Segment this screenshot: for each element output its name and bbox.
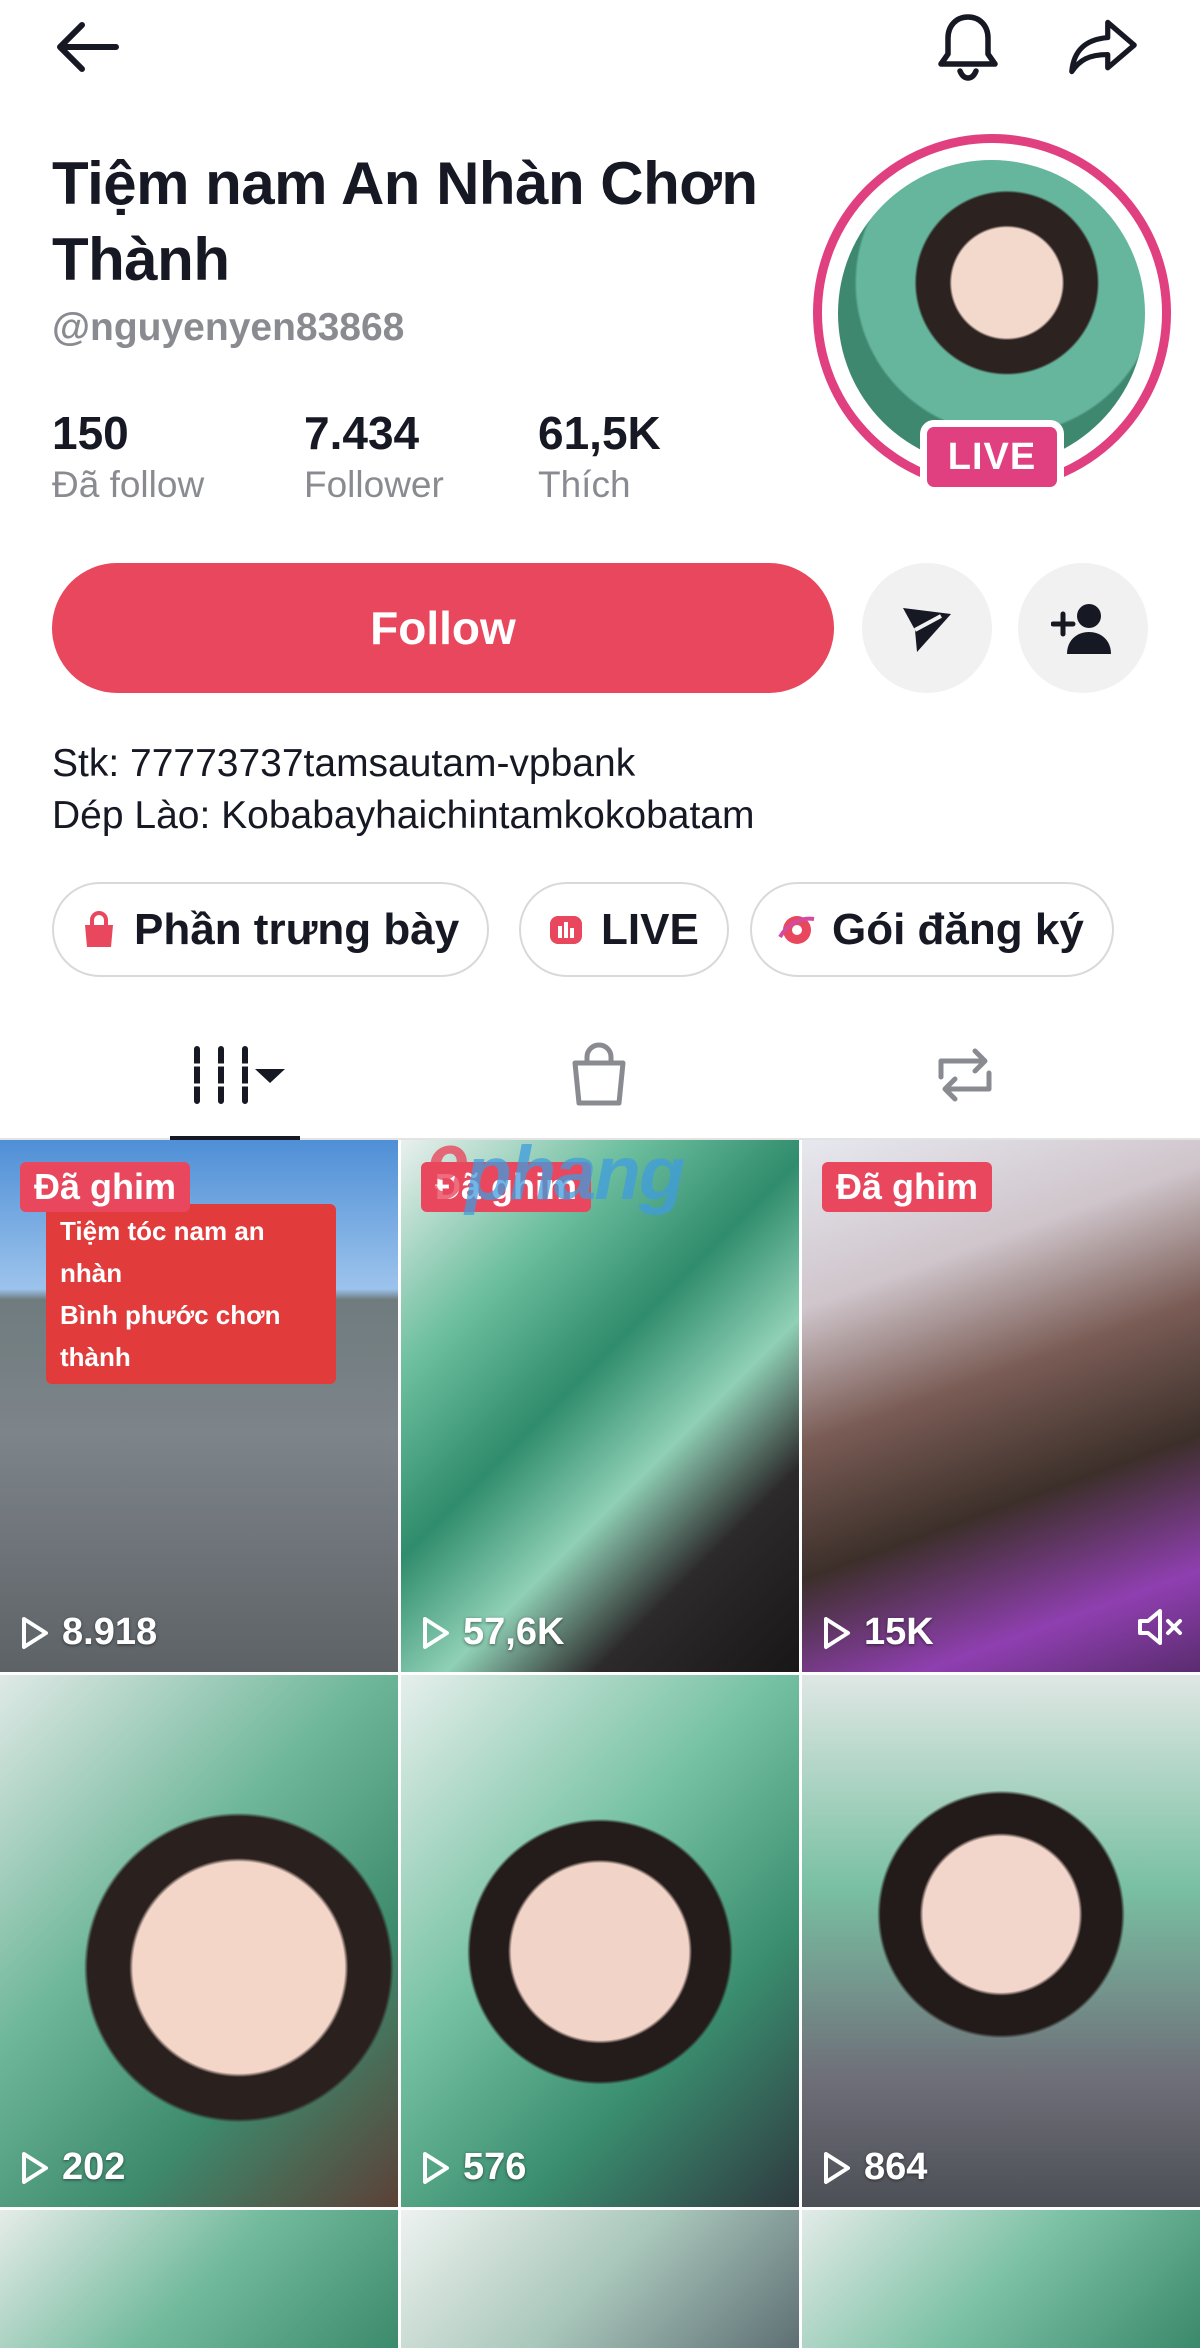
play-icon [423, 2151, 449, 2184]
back-button[interactable] [52, 12, 122, 82]
stat-following-label: Đã follow [52, 464, 205, 505]
tab-shop[interactable] [534, 1010, 664, 1140]
pinned-badge: Đã ghim [822, 1162, 993, 1212]
tab-videos[interactable] [170, 1010, 300, 1142]
bio-line-1: Stk: 77773737tamsautam-vpbank [52, 742, 636, 785]
play-icon [824, 2151, 850, 2184]
view-count: 15K [822, 1611, 934, 1654]
chip-subscription-label: Gói đăng ký [832, 904, 1084, 954]
play-icon [22, 2151, 48, 2184]
stat-likes-value: 61,5K [538, 407, 661, 459]
view-count: 576 [421, 2146, 526, 2189]
chip-showcase-label: Phần trưng bày [134, 904, 460, 954]
video-tile[interactable] [401, 2210, 799, 2348]
chip-live[interactable]: LIVE [519, 882, 729, 977]
video-caption: Tiệm tóc nam an nhàn Bình phước chơn thà… [46, 1204, 336, 1384]
chip-showcase[interactable]: Phần trưng bày [52, 882, 490, 977]
profile-tabs [0, 1010, 1200, 1142]
view-count-value: 864 [864, 2146, 928, 2188]
shop-bag-icon [572, 1042, 626, 1106]
muted-speaker-icon [1138, 1609, 1182, 1645]
site-watermark: 9phang [425, 1130, 685, 1217]
view-count: 864 [822, 2146, 927, 2189]
view-count-value: 15K [864, 1611, 934, 1653]
video-tile[interactable]: Đã ghim 57,6K [401, 1140, 799, 1672]
follow-button[interactable]: Follow [52, 563, 834, 693]
stat-likes[interactable]: 61,5K Thích [538, 406, 661, 510]
video-tile[interactable]: Đã ghim 15K [802, 1140, 1200, 1672]
video-tile[interactable]: 864 [802, 1675, 1200, 2207]
chip-live-label: LIVE [601, 904, 699, 954]
stat-followers-value: 7.434 [304, 407, 420, 459]
add-friend-button[interactable] [1018, 563, 1148, 693]
view-count: 57,6K [421, 1611, 564, 1654]
videos-grid-icon [193, 1046, 285, 1104]
play-icon [423, 1616, 449, 1649]
stat-followers-label: Follower [304, 464, 444, 505]
play-icon [824, 1616, 850, 1649]
mute-button[interactable] [1136, 1607, 1184, 1652]
pinned-badge: Đã ghim [20, 1162, 191, 1212]
live-icon [547, 911, 585, 949]
bio-line-2: Dép Lào: Kobabayhaichintamkokobatam [52, 794, 755, 837]
send-icon [903, 608, 951, 652]
video-tile[interactable]: 576 [401, 1675, 799, 2207]
view-count-value: 576 [463, 2146, 527, 2188]
bell-icon [938, 14, 998, 81]
video-tile[interactable] [0, 2210, 398, 2348]
stat-likes-label: Thích [538, 464, 631, 505]
live-badge[interactable]: LIVE [920, 420, 1064, 494]
subscription-icon [778, 911, 816, 949]
video-tile[interactable]: 202 [0, 1675, 398, 2207]
back-arrow-icon [57, 22, 119, 72]
chip-subscription[interactable]: Gói đăng ký [750, 882, 1114, 977]
stat-followers[interactable]: 7.434 Follower [304, 406, 444, 510]
shopping-bag-icon [80, 910, 118, 949]
video-tile[interactable] [802, 2210, 1200, 2348]
view-count: 8.918 [20, 1611, 157, 1654]
tab-repost[interactable] [900, 1010, 1030, 1140]
play-icon [22, 1616, 48, 1649]
top-bar [0, 0, 1200, 100]
caption-line-1: Tiệm tóc nam an nhàn [60, 1216, 265, 1288]
view-count-value: 202 [62, 2146, 126, 2188]
view-count-value: 8.918 [62, 1611, 158, 1653]
share-arrow-icon [1069, 19, 1137, 75]
view-count-value: 57,6K [463, 1611, 565, 1653]
watermark-part-1: 9 [425, 1131, 467, 1216]
profile-handle: @nguyenyen83868 [52, 306, 405, 349]
message-button[interactable] [862, 563, 992, 693]
video-tile[interactable]: Tiệm tóc nam an nhàn Bình phước chơn thà… [0, 1140, 398, 1672]
caption-line-2: Bình phước chơn thành [60, 1300, 281, 1372]
repost-icon [938, 1048, 992, 1102]
stat-following-value: 150 [52, 407, 129, 459]
profile-bio: Stk: 77773737tamsautam-vpbank Dép Lào: K… [52, 738, 754, 842]
notification-button[interactable] [933, 12, 1003, 82]
profile-display-name: Tiệm nam An Nhàn Chơn Thành [52, 150, 758, 293]
stat-following[interactable]: 150 Đã follow [52, 406, 204, 510]
watermark-part-2: phang [465, 1131, 685, 1216]
share-button[interactable] [1068, 12, 1138, 82]
add-user-icon [1051, 604, 1111, 654]
view-count: 202 [20, 2146, 125, 2189]
